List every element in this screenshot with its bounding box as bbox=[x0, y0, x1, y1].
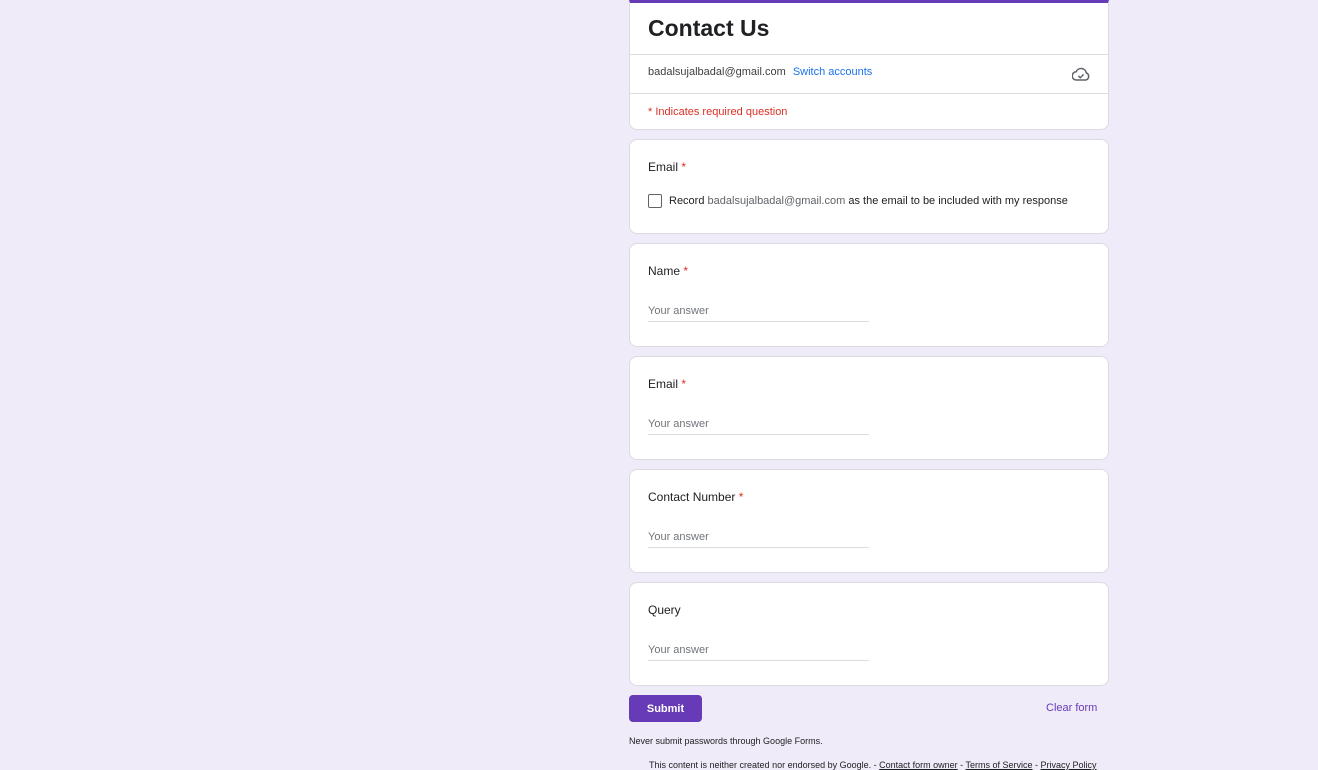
footer-disclaimer: This content is neither created nor endo… bbox=[649, 760, 1097, 770]
header-divider-2 bbox=[630, 93, 1108, 94]
record-email-checkbox[interactable] bbox=[648, 194, 662, 208]
submit-button[interactable]: Submit bbox=[629, 695, 702, 722]
required-star: * bbox=[681, 377, 687, 391]
separator: - bbox=[957, 760, 966, 770]
required-star: * bbox=[683, 264, 689, 278]
header-divider bbox=[630, 54, 1108, 55]
record-email-label[interactable]: Record badalsujalbadal@gmail.com as the … bbox=[669, 195, 1068, 207]
required-star: * bbox=[681, 160, 687, 174]
question-label: Name * bbox=[648, 264, 688, 278]
disclaimer-text: This content is neither created nor endo… bbox=[649, 760, 872, 770]
question-label: Query bbox=[648, 603, 681, 617]
separator: - bbox=[871, 760, 880, 770]
question-label-text: Email bbox=[648, 160, 679, 174]
question-label: Contact Number * bbox=[648, 490, 743, 504]
clear-form-button[interactable]: Clear form bbox=[1046, 702, 1097, 714]
name-input[interactable]: Your answer bbox=[648, 305, 869, 322]
account-row: badalsujalbadal@gmail.com Switch account… bbox=[648, 66, 872, 78]
email-input[interactable]: Your answer bbox=[648, 418, 869, 435]
record-suffix: as the email to be included with my resp… bbox=[848, 195, 1068, 207]
question-label-text: Query bbox=[648, 603, 681, 617]
terms-link[interactable]: Terms of Service bbox=[966, 760, 1033, 770]
question-label-text: Name bbox=[648, 264, 681, 278]
question-card-name: Name * Your answer bbox=[629, 243, 1109, 347]
form-title: Contact Us bbox=[648, 15, 770, 41]
contact-number-input[interactable]: Your answer bbox=[648, 531, 869, 548]
required-star: * bbox=[738, 490, 744, 504]
question-card-contact: Contact Number * Your answer bbox=[629, 469, 1109, 573]
query-input[interactable]: Your answer bbox=[648, 644, 869, 661]
question-label-text: Email bbox=[648, 377, 679, 391]
record-email: badalsujalbadal@gmail.com bbox=[707, 195, 846, 207]
question-label: Email * bbox=[648, 377, 686, 391]
cloud-icon bbox=[1072, 67, 1090, 81]
question-card-email: Email * Your answer bbox=[629, 356, 1109, 460]
switch-accounts-link[interactable]: Switch accounts bbox=[793, 66, 872, 78]
privacy-link[interactable]: Privacy Policy bbox=[1041, 760, 1097, 770]
question-card-email-record: Email * Record badalsujalbadal@gmail.com… bbox=[629, 139, 1109, 234]
form-header-card: Contact Us badalsujalbadal@gmail.com Swi… bbox=[629, 0, 1109, 130]
question-card-query: Query Your answer bbox=[629, 582, 1109, 686]
question-label-text: Contact Number bbox=[648, 490, 736, 504]
account-email: badalsujalbadal@gmail.com bbox=[648, 66, 786, 78]
separator: - bbox=[1032, 760, 1041, 770]
record-prefix: Record bbox=[669, 195, 705, 207]
question-label: Email * bbox=[648, 160, 686, 174]
required-note: * Indicates required question bbox=[648, 106, 788, 118]
password-warning: Never submit passwords through Google Fo… bbox=[629, 736, 823, 746]
contact-owner-link[interactable]: Contact form owner bbox=[879, 760, 958, 770]
